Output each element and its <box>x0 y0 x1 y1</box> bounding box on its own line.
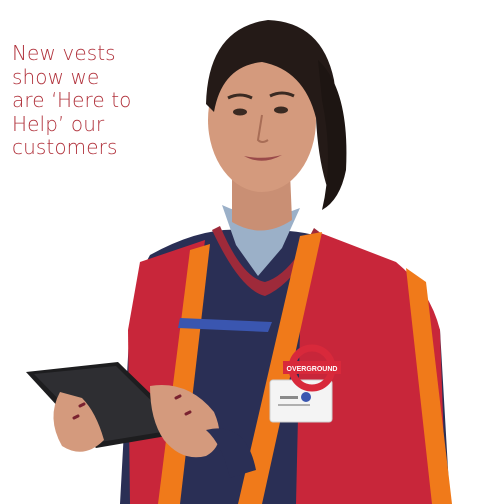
right-eye <box>274 106 288 114</box>
roundel-text: OVERGROUND <box>287 366 338 373</box>
left-eye <box>233 108 247 116</box>
staff-photo: OVERGROUND <box>26 20 452 504</box>
